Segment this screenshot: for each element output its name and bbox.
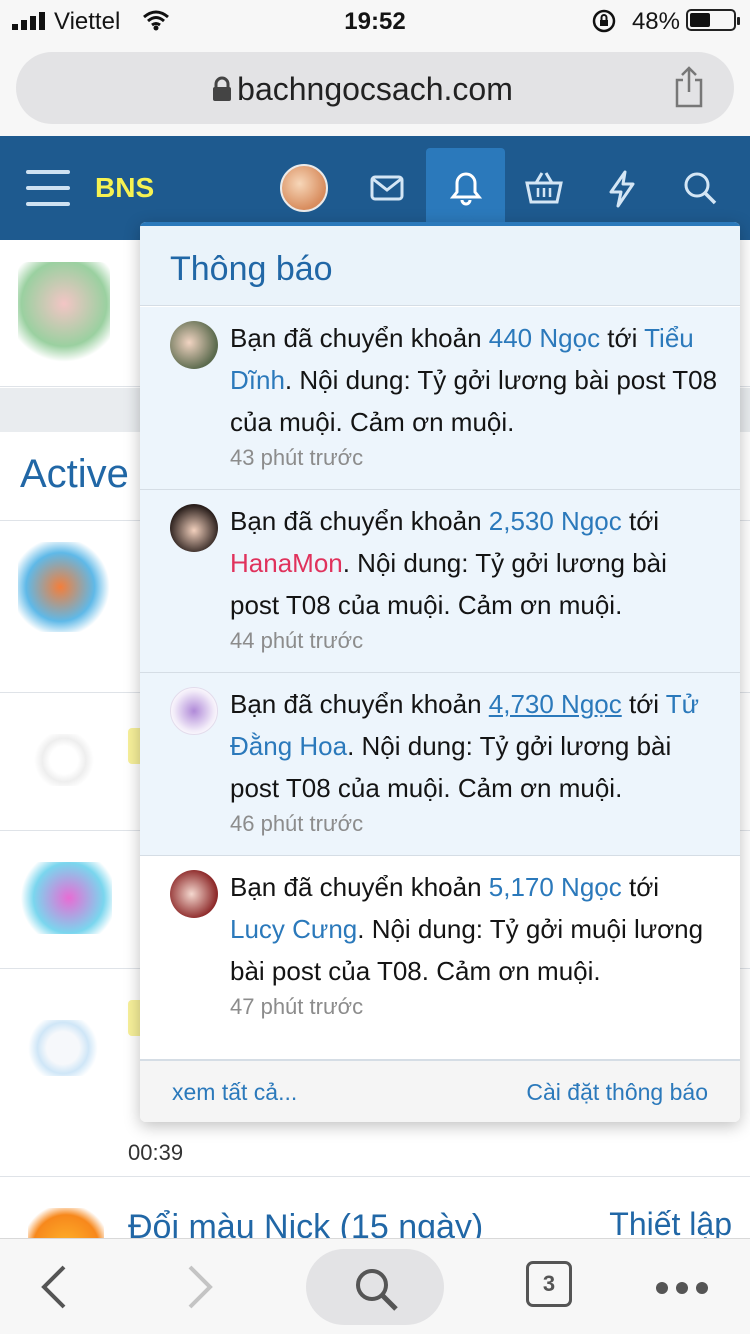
avatar[interactable] xyxy=(170,687,218,735)
avatar[interactable] xyxy=(170,870,218,918)
basket-icon[interactable] xyxy=(524,170,564,206)
battery-icon xyxy=(686,9,740,31)
notification-time: 46 phút trước xyxy=(230,811,364,836)
avatar[interactable] xyxy=(280,164,328,212)
bell-icon[interactable] xyxy=(448,170,484,206)
search-button[interactable] xyxy=(306,1249,444,1325)
back-icon[interactable] xyxy=(38,1263,68,1311)
popup-header: Thông báo xyxy=(140,226,740,306)
section-title: Active xyxy=(20,452,129,496)
notifications-popup: Thông báo Bạn đã chuyển khoản 440 Ngọc t… xyxy=(140,222,740,1122)
notification-time: 47 phút trước xyxy=(230,994,364,1019)
notification-item[interactable]: Bạn đã chuyển khoản 5,170 Ngọc tới Lucy … xyxy=(140,856,740,1060)
avatar[interactable] xyxy=(170,504,218,552)
lightning-icon[interactable] xyxy=(606,170,638,208)
item-thumbnail xyxy=(34,734,94,786)
user-link[interactable]: Lucy Cưng xyxy=(230,914,357,944)
user-link[interactable]: HanaMon xyxy=(230,548,343,578)
item-thumbnail xyxy=(16,862,112,934)
notification-item[interactable]: Bạn đã chuyển khoản 4,730 Ngọc tới Tử Đằ… xyxy=(140,673,740,856)
search-icon[interactable] xyxy=(682,170,718,206)
share-icon[interactable] xyxy=(672,66,706,108)
battery-percent: 48% xyxy=(631,8,680,35)
amount-link[interactable]: 440 Ngọc xyxy=(489,323,600,353)
rotation-lock-icon xyxy=(592,9,616,33)
notification-time: 43 phút trước xyxy=(230,445,364,470)
address-bar[interactable]: bachngocsach.com xyxy=(16,52,734,124)
menu-icon[interactable] xyxy=(26,170,70,206)
notification-item[interactable]: Bạn đã chuyển khoản 2,530 Ngọc tới HanaM… xyxy=(140,490,740,673)
more-icon[interactable] xyxy=(656,1281,716,1299)
search-icon xyxy=(356,1269,398,1311)
forward-icon[interactable] xyxy=(186,1263,216,1311)
amount-link[interactable]: 2,530 Ngọc xyxy=(489,506,622,536)
amount-link[interactable]: 4,730 Ngọc xyxy=(489,689,622,719)
url-text: bachngocsach.com xyxy=(237,71,513,107)
site-brand[interactable]: BNS xyxy=(95,172,154,204)
avatar[interactable] xyxy=(170,321,218,369)
amount-link[interactable]: 5,170 Ngọc xyxy=(489,872,622,902)
browser-address-area: bachngocsach.com xyxy=(0,40,750,136)
browser-toolbar: 3 xyxy=(0,1238,750,1334)
popup-title: Thông báo xyxy=(170,250,333,288)
popup-footer: xem tất cả... Cài đặt thông báo xyxy=(140,1060,740,1122)
post-thumbnail xyxy=(18,262,110,366)
notification-item[interactable]: Bạn đã chuyển khoản 440 Ngọc tới Tiểu Dĩ… xyxy=(140,307,740,490)
item-thumbnail xyxy=(26,1020,100,1076)
view-all-link[interactable]: xem tất cả... xyxy=(172,1079,297,1106)
item-thumbnail xyxy=(18,542,112,632)
notification-settings-link[interactable]: Cài đặt thông báo xyxy=(526,1079,708,1106)
item-time: 00:39 xyxy=(128,1140,184,1165)
tabs-button[interactable]: 3 xyxy=(526,1261,572,1307)
status-bar: Viettel 19:52 48% xyxy=(0,0,750,40)
notification-time: 44 phút trước xyxy=(230,628,364,653)
mail-icon[interactable] xyxy=(369,170,405,206)
